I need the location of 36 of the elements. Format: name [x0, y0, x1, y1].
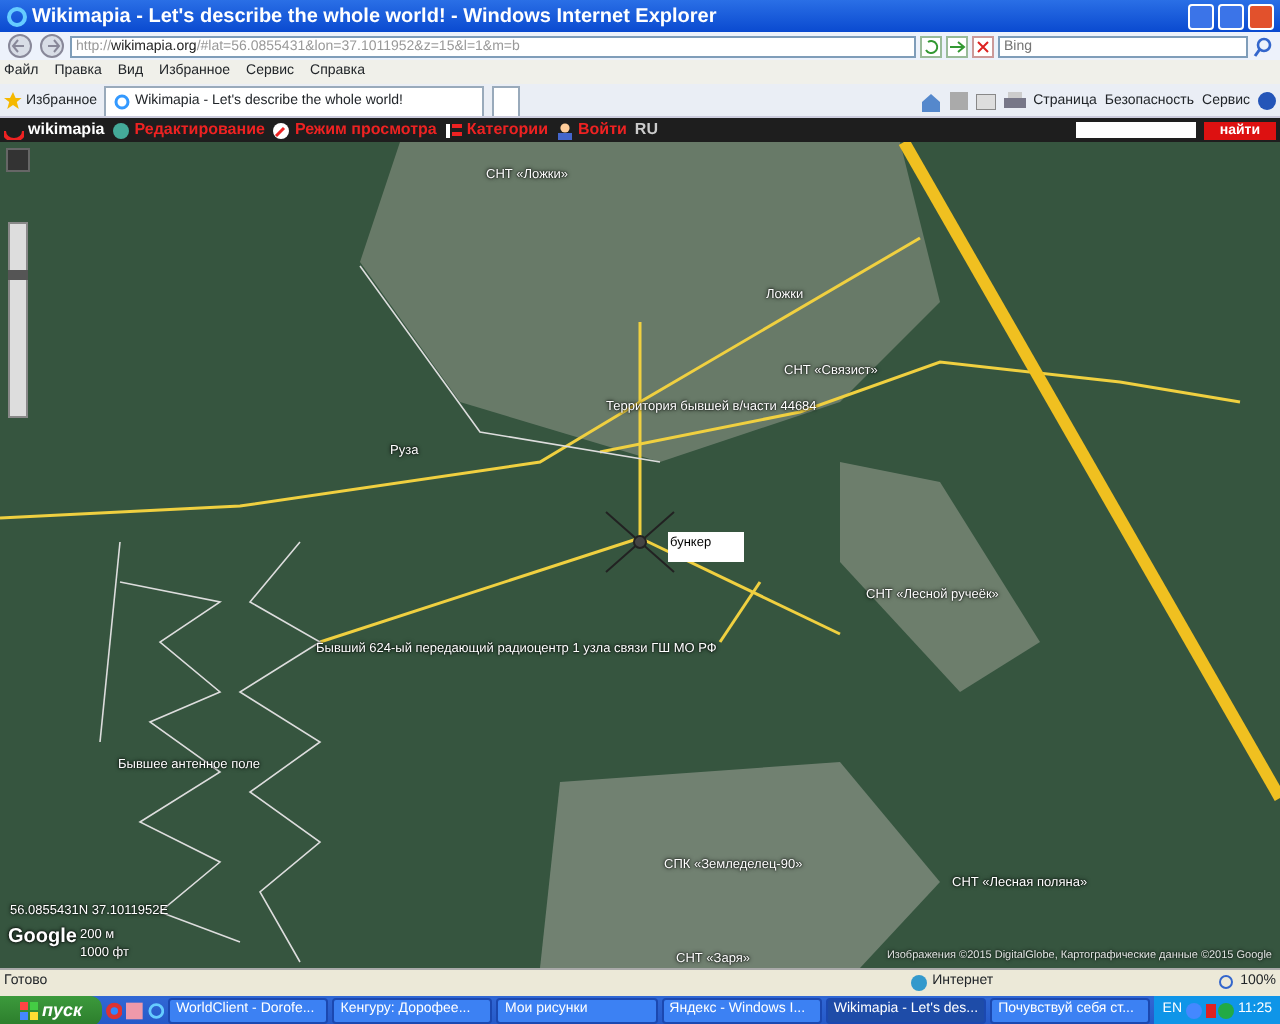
new-tab-button[interactable] — [492, 86, 521, 116]
site-menu-link[interactable]: Редактирование — [112, 118, 265, 142]
go-button[interactable] — [946, 35, 968, 57]
start-button[interactable]: пуск — [0, 996, 103, 1024]
list-icon — [444, 121, 463, 139]
person-icon — [556, 121, 574, 139]
tray-icons[interactable] — [1186, 1002, 1235, 1020]
home-icon[interactable] — [919, 91, 942, 112]
window-title: Wikimapia - Let's describe the whole world! - Windows Internet Explorer — [32, 3, 719, 31]
site-menu-link[interactable]: Войти — [556, 118, 627, 142]
map-tools-panel[interactable] — [6, 148, 30, 172]
minimize-button[interactable] — [1188, 3, 1214, 29]
search-icon[interactable] — [1252, 35, 1274, 57]
app-icon[interactable] — [126, 1002, 144, 1020]
site-menu-link[interactable]: Режим просмотра — [272, 118, 437, 142]
site-logo[interactable]: wikimapia — [28, 118, 105, 142]
restore-button[interactable] — [1218, 3, 1244, 29]
site-search-field[interactable] — [1075, 122, 1196, 138]
compass-icon — [272, 121, 291, 139]
zoom-slider-thumb[interactable] — [8, 270, 28, 280]
language-menu[interactable]: RU — [634, 118, 658, 142]
stop-button[interactable] — [972, 35, 994, 57]
help-icon[interactable] — [1258, 92, 1276, 111]
globe-icon — [910, 974, 929, 992]
map-provider-logo: Google — [8, 924, 77, 952]
mail-icon[interactable] — [975, 93, 996, 110]
zoom-icon — [1218, 974, 1237, 992]
globe-icon — [112, 121, 131, 139]
site-menu-link[interactable]: Категории — [444, 118, 548, 142]
forward-button[interactable] — [38, 34, 66, 58]
close-button[interactable] — [1248, 3, 1274, 29]
star-icon — [4, 92, 22, 111]
refresh-button[interactable] — [920, 35, 942, 57]
satellite-map[interactable] — [0, 142, 1280, 968]
back-button[interactable] — [6, 34, 34, 58]
printer-icon[interactable] — [1003, 91, 1026, 112]
